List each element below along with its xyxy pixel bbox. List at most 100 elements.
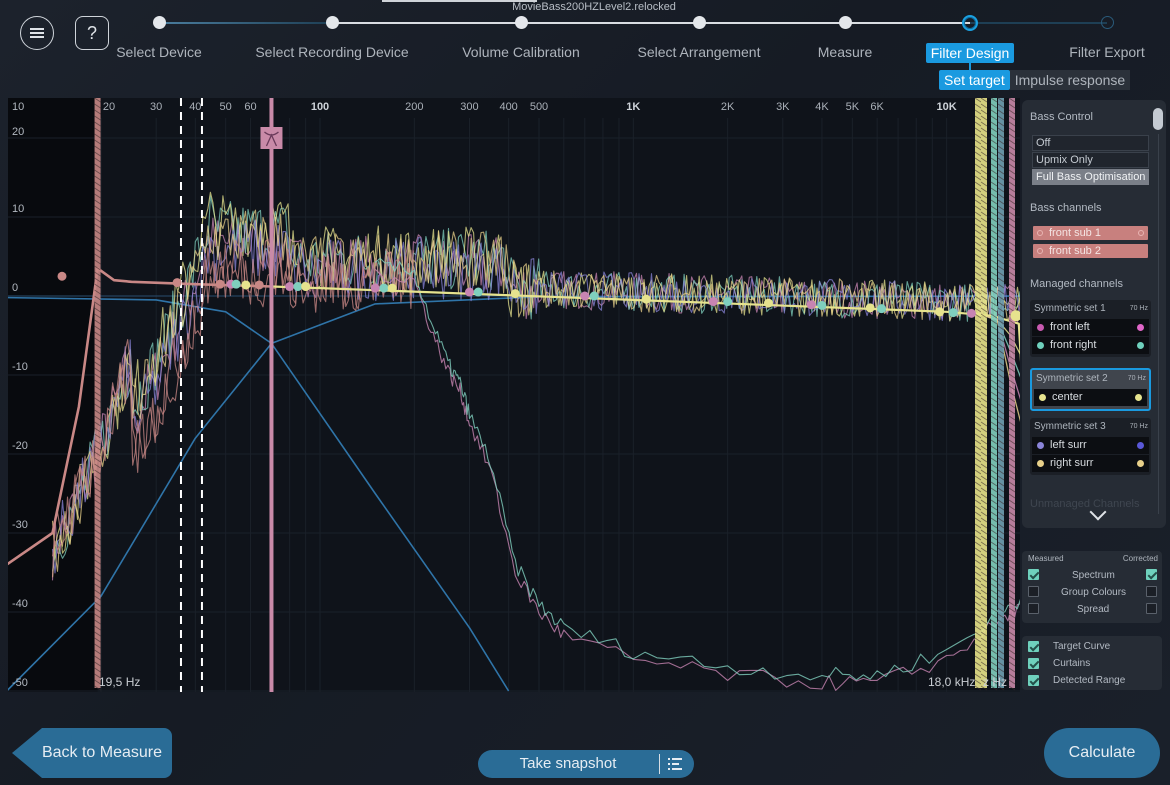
scrollbar-thumb[interactable] [1153,108,1163,130]
step-dot-icon [325,16,339,29]
step-label: Filter Export [1069,44,1145,60]
step-volume-calibration[interactable]: Volume Calibration [431,16,611,60]
step-select-device[interactable]: Select Device [69,16,249,60]
x-tick-label: 3K [776,101,790,113]
x-tick-label: 6K [870,101,884,113]
tab-set-target[interactable]: Set target [939,70,1010,90]
bass-control-off[interactable]: Off [1032,135,1149,151]
channel-center[interactable]: center [1034,389,1147,406]
group-colours-corrected-checkbox[interactable] [1146,586,1157,597]
y-tick-label: -10 [12,361,28,373]
target-curve-node [763,298,773,308]
low-curtain-label: 19,5 Hz [99,675,141,689]
bass-channel-label: front sub 2 [1049,245,1101,257]
target-curve-node [948,308,958,318]
crossover-marker-line [269,98,274,692]
crossover-freq: 70 Hz [1127,375,1146,382]
x-tick-label: 60 [244,101,257,113]
target-curve-node [817,300,827,310]
channel-dot-icon [1037,248,1043,254]
sub-response-curve [374,257,1020,681]
bass-control-upmix-only[interactable]: Upmix Only [1032,152,1149,168]
detected-range-checkbox[interactable] [1028,675,1039,686]
step-select-recording-device[interactable]: Select Recording Device [242,16,422,60]
spread-label: Spread [1077,604,1110,615]
target-curve-node [806,300,816,310]
spectrum-measured-checkbox[interactable] [1028,569,1039,580]
channel-label: front right [1050,339,1097,351]
scrollbar-track[interactable] [1158,134,1159,514]
target-curve-node [379,283,389,293]
symmetric-set-title: Symmetric set 2 [1036,373,1108,384]
tab-impulse-response[interactable]: Impulse response [1009,70,1131,90]
spread-corrected-checkbox[interactable] [1146,603,1157,614]
target-curve-node [241,280,251,290]
corrected-header: Corrected [1122,554,1158,563]
bass-channel-front-sub-1[interactable]: front sub 1 [1033,226,1148,240]
target-curve-node [370,283,380,293]
target-curve-node [254,280,264,290]
hamburger-menu-icon [30,28,44,38]
channel-left-surr[interactable]: left surr [1032,437,1149,454]
symmetric-set-3[interactable]: Symmetric set 3 70 Hz left surr right sur… [1030,418,1151,475]
x-tick-label: 10K [936,101,957,113]
step-filter-export[interactable]: Filter Export [1017,16,1170,60]
y-tick-label: 0 [12,282,19,294]
chart-canvas[interactable] [8,98,1020,692]
frequency-response-chart[interactable]: 20 30 40 50 60 100 200 300 400 500 1K 2K 3K 4K 5K 6K 10K… [8,98,1020,692]
button-divider [659,754,660,774]
target-curve-node [641,294,651,304]
spectrum-corrected-checkbox[interactable] [1146,569,1157,580]
channel-label: right surr [1050,457,1094,469]
channel-dot-icon [1037,230,1043,236]
target-curve-node [935,307,945,317]
snapshot-list-icon[interactable] [668,757,682,771]
step-dot-icon [514,16,528,29]
step-dot-icon [152,16,166,29]
target-curve-node [473,287,483,297]
bass-channel-label: front sub 1 [1049,227,1101,239]
calculate-button[interactable]: Calculate [1044,728,1160,778]
take-snapshot-label: Take snapshot [519,755,617,772]
channel-color-dot-icon [1137,324,1144,331]
target-curve-checkbox[interactable] [1028,641,1039,652]
bass-channel-front-sub-2[interactable]: front sub 2 [1033,244,1148,258]
measured-curve-front-left [51,211,1020,581]
file-title: MovieBass200HZLevel2.relocked [512,1,676,13]
sub-response-curve [374,268,1020,691]
x-tick-label: 20 [102,101,116,113]
bass-control-full-bass-optimisation[interactable]: Full Bass Optimisation [1032,169,1149,185]
x-tick-label: 300 [460,101,479,113]
step-dot-icon [692,16,706,29]
spread-measured-checkbox[interactable] [1028,603,1039,614]
group-colours-label: Group Colours [1061,587,1127,598]
bass-control-title: Bass Control [1030,111,1093,123]
channel-label: left surr [1050,439,1087,451]
take-snapshot-button[interactable]: Take snapshot [478,750,694,778]
step-dot-icon [838,16,852,29]
target-curve-node [865,303,875,313]
channel-front-right[interactable]: front right [1032,337,1149,354]
channel-front-left[interactable]: front left [1032,319,1149,336]
channel-color-dot-icon [1135,394,1142,401]
symmetric-set-2[interactable]: Symmetric set 2 70 Hz center [1030,368,1151,411]
step-label: Volume Calibration [462,44,580,60]
target-curve-node [301,282,311,292]
unmanaged-channels-title: Unmanaged Channels [1030,498,1140,510]
channel-right-surr[interactable]: right surr [1032,455,1149,472]
channel-color-dot-icon [1039,394,1046,401]
x-tick-label: 40 [189,101,202,113]
group-colours-measured-checkbox[interactable] [1028,586,1039,597]
curtains-checkbox[interactable] [1028,658,1039,669]
symmetric-set-1[interactable]: Symmetric set 1 70 Hz front left front ri… [1030,300,1151,357]
x-tick-label: 4K [815,101,829,113]
step-label: Select Recording Device [255,44,409,60]
step-dot-icon [1100,16,1114,29]
crossover-freq: 70 Hz [1129,305,1148,312]
spectrum-label: Spectrum [1072,570,1115,581]
overlay-options-panel: Target Curve Curtains Detected Range [1022,636,1162,690]
target-low-handle [57,271,67,281]
back-to-measure-button[interactable]: Back to Measure [12,728,172,778]
measured-curve-front-right [51,195,1020,572]
menu-button[interactable] [20,16,54,50]
